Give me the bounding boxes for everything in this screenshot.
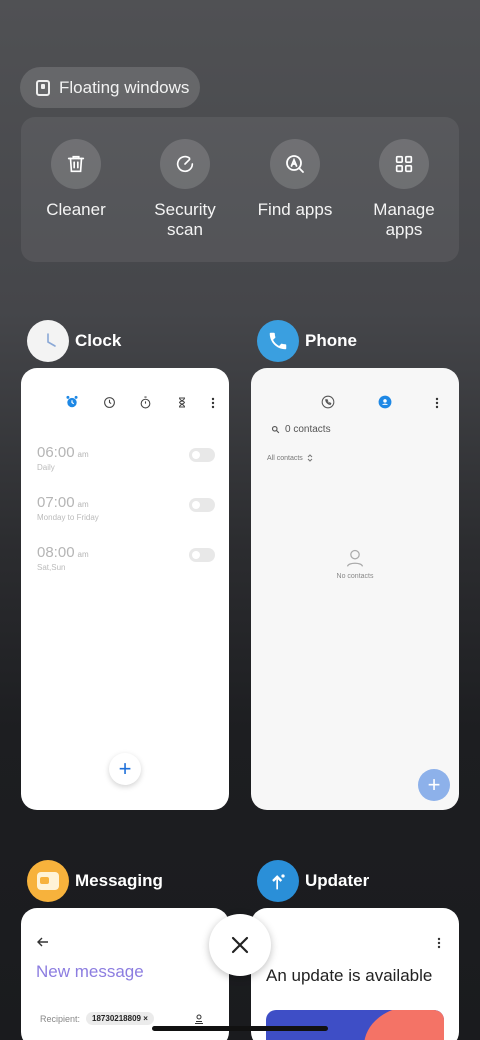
security-scan-button[interactable]: Security scan bbox=[130, 139, 240, 240]
add-alarm-button[interactable]: + bbox=[109, 753, 141, 785]
no-contacts-text: No contacts bbox=[336, 573, 374, 580]
messaging-app-name: Messaging bbox=[75, 871, 163, 890]
stopwatch-tab-icon[interactable] bbox=[139, 396, 152, 414]
phone-app-icon bbox=[257, 320, 299, 362]
security-scan-label: Security scan bbox=[154, 200, 216, 239]
search-icon bbox=[271, 425, 280, 434]
trash-icon bbox=[51, 139, 101, 189]
recipient-label: Recipient: bbox=[40, 1013, 81, 1024]
close-all-button[interactable] bbox=[209, 914, 271, 976]
quick-tools-panel: Cleaner Security scan Find apps Manage a… bbox=[21, 117, 459, 262]
alarm-item[interactable]: 06:00 am Daily bbox=[37, 444, 215, 472]
more-menu-icon[interactable] bbox=[435, 396, 439, 414]
back-arrow-icon[interactable] bbox=[37, 934, 49, 950]
alarm-repeat: Monday to Friday bbox=[37, 513, 99, 522]
alarm-item[interactable]: 07:00 am Monday to Friday bbox=[37, 494, 215, 522]
floating-window-icon bbox=[36, 79, 50, 96]
new-message-title: New message bbox=[36, 962, 144, 981]
alarm-ampm: am bbox=[77, 450, 89, 459]
alarm-toggle[interactable] bbox=[189, 498, 215, 512]
alarm-ampm: am bbox=[77, 500, 89, 509]
alarm-tab-icon[interactable] bbox=[65, 395, 79, 414]
messaging-app-header[interactable]: Messaging bbox=[27, 860, 163, 902]
security-scan-icon bbox=[160, 139, 210, 189]
recipient-chip[interactable]: 18730218809 × bbox=[86, 1012, 154, 1025]
more-menu-icon[interactable] bbox=[437, 936, 441, 954]
home-indicator[interactable] bbox=[152, 1026, 328, 1031]
cleaner-label: Cleaner bbox=[46, 200, 106, 219]
clock-app-header[interactable]: Clock bbox=[27, 320, 121, 362]
alarm-repeat: Sat,Sun bbox=[37, 563, 66, 572]
updater-app-icon bbox=[257, 860, 299, 902]
phone-window[interactable]: 0 contacts All contacts No contacts + bbox=[251, 368, 459, 810]
phone-app-header[interactable]: Phone bbox=[257, 320, 357, 362]
phone-tabs bbox=[321, 395, 439, 414]
alarm-toggle[interactable] bbox=[189, 448, 215, 462]
clock-app-icon bbox=[27, 320, 69, 362]
alarm-ampm: am bbox=[77, 550, 89, 559]
find-apps-icon bbox=[270, 139, 320, 189]
close-icon bbox=[231, 936, 249, 954]
find-apps-label: Find apps bbox=[257, 200, 333, 219]
updater-app-name: Updater bbox=[305, 871, 370, 890]
alarm-toggle[interactable] bbox=[189, 548, 215, 562]
manage-apps-label: Manage apps bbox=[373, 200, 435, 239]
clock-tabs bbox=[65, 395, 215, 414]
cleaner-button[interactable]: Cleaner bbox=[21, 139, 131, 220]
add-contact-button[interactable]: + bbox=[418, 769, 450, 801]
recipient-row[interactable]: Recipient: 18730218809 × bbox=[40, 1012, 154, 1025]
call-log-tab-icon[interactable] bbox=[321, 395, 335, 414]
alarm-time: 07:00 bbox=[37, 494, 75, 511]
person-icon bbox=[346, 549, 364, 567]
phone-app-name: Phone bbox=[305, 331, 357, 350]
contacts-filter-label: All contacts bbox=[267, 454, 303, 462]
messaging-app-icon bbox=[27, 860, 69, 902]
manage-apps-button[interactable]: Manage apps bbox=[349, 139, 459, 240]
update-available-title: An update is available bbox=[266, 966, 433, 985]
updater-window[interactable]: An update is available bbox=[251, 908, 459, 1040]
contacts-filter[interactable]: All contacts bbox=[267, 454, 313, 462]
clock-app-name: Clock bbox=[75, 331, 122, 350]
empty-contacts: No contacts bbox=[251, 548, 459, 580]
contacts-search[interactable]: 0 contacts bbox=[271, 424, 331, 435]
messaging-window[interactable]: New message Recipient: 18730218809 × bbox=[21, 908, 229, 1040]
contacts-count: 0 contacts bbox=[285, 424, 331, 435]
more-menu-icon[interactable] bbox=[211, 396, 215, 414]
alarm-repeat: Daily bbox=[37, 463, 55, 472]
alarm-item[interactable]: 08:00 am Sat,Sun bbox=[37, 544, 215, 572]
timer-tab-icon[interactable] bbox=[176, 396, 188, 414]
updater-app-header[interactable]: Updater bbox=[257, 860, 369, 902]
contacts-tab-icon[interactable] bbox=[378, 395, 392, 414]
floating-windows-button[interactable]: Floating windows bbox=[20, 67, 200, 108]
world-clock-tab-icon[interactable] bbox=[103, 396, 116, 414]
alarm-time: 08:00 bbox=[37, 544, 75, 561]
sort-icon bbox=[307, 454, 313, 462]
clock-window[interactable]: 06:00 am Daily 07:00 am Monday to Friday 0… bbox=[21, 368, 229, 810]
floating-windows-label: Floating windows bbox=[59, 77, 190, 97]
update-banner bbox=[266, 1010, 444, 1040]
alarm-time: 06:00 bbox=[37, 444, 75, 461]
grid-icon bbox=[379, 139, 429, 189]
find-apps-button[interactable]: Find apps bbox=[240, 139, 350, 220]
